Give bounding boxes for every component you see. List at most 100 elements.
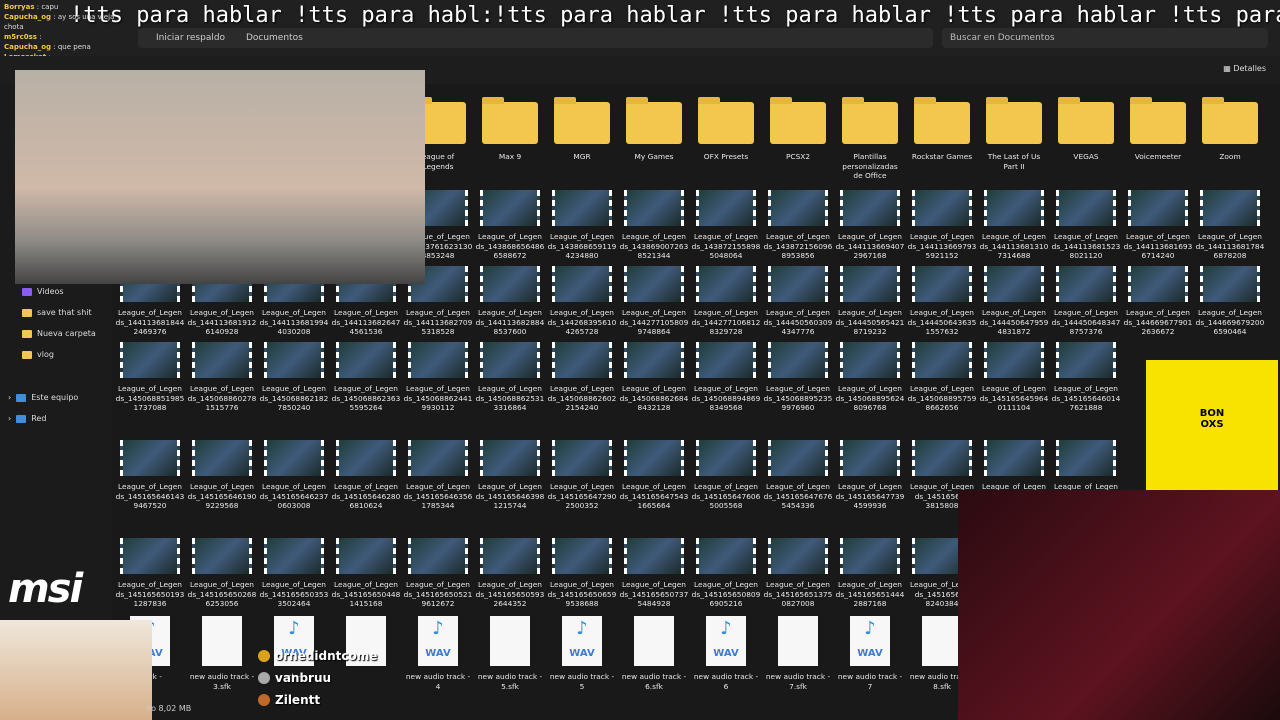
video-file-item[interactable]: League_of_Legen ds_145165646190 9229568 — [187, 440, 257, 511]
video-file-item[interactable]: League_of_Legen ds_145068860278 1515776 — [187, 342, 257, 413]
video-file-item[interactable]: League_of_Legen ds_145068895624 8096768 — [835, 342, 905, 413]
video-file-item[interactable]: League_of_Legen ds_145165645964 0111104 — [979, 342, 1049, 413]
video-file-item[interactable]: League_of_Legen ds_144450643635 1557632 — [907, 266, 977, 337]
video-file-item[interactable]: League_of_Legen ds_144669679200 6590464 — [1195, 266, 1265, 337]
file-label: League_of_Legen ds_144113681844 2469376 — [115, 308, 185, 336]
folder-item[interactable]: Voicemeeter — [1123, 97, 1193, 162]
video-file-item[interactable]: League_of_Legen ds_145068862182 7850240 — [259, 342, 329, 413]
audio-file-item[interactable]: ♪ WAV new audio track - 5 — [547, 616, 617, 691]
folder-item[interactable]: My Games — [619, 97, 689, 162]
video-file-item[interactable]: League_of_Legen ds_145165651444 2887168 — [835, 538, 905, 609]
video-file-item[interactable]: League_of_Legen ds_143869007263 8521344 — [619, 190, 689, 261]
video-file-item[interactable]: League_of_Legen ds_145068851985 1737088 — [115, 342, 185, 413]
video-file-item[interactable]: League_of_Legen ds_144450560309 4347776 — [763, 266, 833, 337]
video-file-item[interactable]: League_of_Legen ds_145068862684 8432128 — [619, 342, 689, 413]
video-file-item[interactable]: League_of_Legen ds_144113681523 8021120 — [1051, 190, 1121, 261]
file-label: League_of_Legen ds_144113669407 2967168 — [835, 232, 905, 260]
video-thumbnail-icon — [552, 538, 612, 574]
video-file-item[interactable]: League_of_Legen ds_145068862363 5595264 — [331, 342, 401, 413]
video-file-item[interactable]: League_of_Legen ds_145165646398 1215744 — [475, 440, 545, 511]
file-label: League_of_Legen ds_145165646398 1215744 — [475, 482, 545, 510]
video-file-item[interactable]: League_of_Legen ds_144113681693 6714240 — [1123, 190, 1193, 261]
video-file-item[interactable]: League_of_Legen ds_145165650353 3502464 — [259, 538, 329, 609]
video-file-item[interactable]: League_of_Legen ds_145165650448 1415168 — [331, 538, 401, 609]
sidebar-item-red[interactable]: › Red — [8, 414, 46, 423]
video-file-item[interactable]: League_of_Legen ds_145068862531 3316864 — [475, 342, 545, 413]
video-file-item[interactable]: League_of_Legen ds_143868659119 4234880 — [547, 190, 617, 261]
audio-file-item[interactable]: new audio track - 6.sfk — [619, 616, 689, 691]
video-file-item[interactable]: League_of_Legen ds_145165647676 5454336 — [763, 440, 833, 511]
video-file-item[interactable]: League_of_Legen — [1051, 440, 1121, 492]
folder-item[interactable]: Rockstar Games — [907, 97, 977, 162]
folder-item[interactable]: OFX Presets — [691, 97, 761, 162]
audio-file-item[interactable]: new audio track - 3.sfk — [187, 616, 257, 691]
video-file-item[interactable]: League_of_Legen ds_145068895235 9976960 — [763, 342, 833, 413]
folder-item[interactable]: Max 9 — [475, 97, 545, 162]
folder-item[interactable]: PCSX2 — [763, 97, 833, 162]
folder-item[interactable]: MGR — [547, 97, 617, 162]
video-file-item[interactable]: League_of_Legen ds_145165650268 6253056 — [187, 538, 257, 609]
video-file-item[interactable]: League_of_Legen ds_145165650521 9612672 — [403, 538, 473, 609]
video-thumbnail-icon — [1128, 266, 1188, 302]
folder-item[interactable]: VEGAS — [1051, 97, 1121, 162]
file-label: League_of_Legen ds_144113681912 6140928 — [187, 308, 257, 336]
chat-message: Capucha_og : ay sos una vieja chota — [4, 12, 134, 32]
sidebar-item-vlog[interactable]: vlog — [22, 350, 54, 359]
video-file-item[interactable]: League_of_Legen ds_144113682884 8537600 — [475, 266, 545, 337]
video-file-item[interactable]: League_of_Legen ds_145165647606 5005568 — [691, 440, 761, 511]
video-file-item[interactable]: League_of_Legen ds_145165650737 5484928 — [619, 538, 689, 609]
video-file-item[interactable]: League_of_Legen ds_145165646356 1785344 — [403, 440, 473, 511]
video-file-item[interactable]: League_of_Legen ds_145165646280 6810624 — [331, 440, 401, 511]
sidebar-item-este-equipo[interactable]: › Este equipo — [8, 393, 78, 402]
video-file-item[interactable]: League_of_Legen ds_144268395610 4265728 — [547, 266, 617, 337]
video-thumbnail-icon — [840, 538, 900, 574]
audio-file-item[interactable]: ♪ WAV new audio track - 7 — [835, 616, 905, 691]
video-file-item[interactable]: League_of_Legen ds_145165650809 6905216 — [691, 538, 761, 609]
audio-file-item[interactable]: ♪ WAV new audio track - 4 — [403, 616, 473, 691]
breadcrumb-backup[interactable]: Iniciar respaldo — [156, 33, 225, 43]
video-file-item[interactable]: League_of_Legen ds_144113669793 5921152 — [907, 190, 977, 261]
video-thumbnail-icon — [552, 342, 612, 378]
video-file-item[interactable]: League_of_Legen ds_144113681784 6878208 — [1195, 190, 1265, 261]
video-file-item[interactable]: League_of_Legen ds_144113681310 7314688 — [979, 190, 1049, 261]
video-file-item[interactable]: League_of_Legen ds_145068862441 9930112 — [403, 342, 473, 413]
video-file-item[interactable]: League_of_Legen ds_145165646143 9467520 — [115, 440, 185, 511]
video-file-item[interactable]: League_of_Legen ds_143868656486 6588672 — [475, 190, 545, 261]
folder-item[interactable]: The Last of Us Part II — [979, 97, 1049, 171]
video-file-item[interactable]: League_of_Legen ds_145165647290 2500352 — [547, 440, 617, 511]
breadcrumb-documents[interactable]: Documentos — [246, 33, 303, 43]
sidebar-item-videos[interactable]: Videos — [22, 287, 64, 296]
video-file-item[interactable]: League_of_Legen ds_143872155898 5048064 — [691, 190, 761, 261]
video-file-item[interactable]: League_of_Legen ds_145165650593 2644352 — [475, 538, 545, 609]
video-file-item[interactable]: League_of_Legen ds_145165646237 0603008 — [259, 440, 329, 511]
video-file-item[interactable]: League_of_Legen ds_145165650193 1287836 — [115, 538, 185, 609]
video-file-item[interactable]: League_of_Legen — [979, 440, 1049, 492]
sidebar-item-nueva-carpeta[interactable]: Nueva carpeta — [22, 329, 96, 338]
video-thumbnail-icon — [1056, 266, 1116, 302]
video-file-item[interactable]: League_of_Legen ds_145068894869 8349568 — [691, 342, 761, 413]
video-file-item[interactable]: League_of_Legen ds_144277105809 9748864 — [619, 266, 689, 337]
video-file-item[interactable]: League_of_Legen ds_144113669407 2967168 — [835, 190, 905, 261]
audio-file-item[interactable]: new audio track - 7.sfk — [763, 616, 833, 691]
video-file-item[interactable]: League_of_Legen ds_145165647543 1665664 — [619, 440, 689, 511]
video-file-item[interactable]: League_of_Legen ds_144669677901 2636672 — [1123, 266, 1193, 337]
video-file-item[interactable]: League_of_Legen ds_145165646014 7621888 — [1051, 342, 1121, 413]
video-file-item[interactable]: League_of_Legen ds_143872156096 8953856 — [763, 190, 833, 261]
video-file-item[interactable]: League_of_Legen ds_144277106812 8329728 — [691, 266, 761, 337]
video-file-item[interactable]: League_of_Legen ds_144450565421 8719232 — [835, 266, 905, 337]
folder-item[interactable]: Plantillas personalizadas de Office — [835, 97, 905, 181]
audio-file-item[interactable]: ♪ WAV new audio track - 6 — [691, 616, 761, 691]
folder-icon — [626, 97, 682, 144]
video-file-item[interactable]: League_of_Legen ds_145165647739 4599936 — [835, 440, 905, 511]
video-file-item[interactable]: League_of_Legen ds_145165650659 9538688 — [547, 538, 617, 609]
video-file-item[interactable]: League_of_Legen ds_145068862602 2154240 — [547, 342, 617, 413]
video-file-item[interactable]: League_of_Legen ds_144450648347 8757376 — [1051, 266, 1121, 337]
folder-item[interactable]: Zoom — [1195, 97, 1265, 162]
file-label: League_of_Legen ds_144277105809 9748864 — [619, 308, 689, 336]
video-file-item[interactable]: League_of_Legen ds_144450647959 4831872 — [979, 266, 1049, 337]
video-file-item[interactable]: League_of_Legen ds_145165651375 0827008 — [763, 538, 833, 609]
video-file-item[interactable]: League_of_Legen ds_145068895759 8662656 — [907, 342, 977, 413]
sidebar-item-save-that-shit[interactable]: save that shit — [22, 308, 92, 317]
details-button[interactable]: ▦ Detalles — [1223, 64, 1266, 73]
audio-file-item[interactable]: new audio track - 5.sfk — [475, 616, 545, 691]
